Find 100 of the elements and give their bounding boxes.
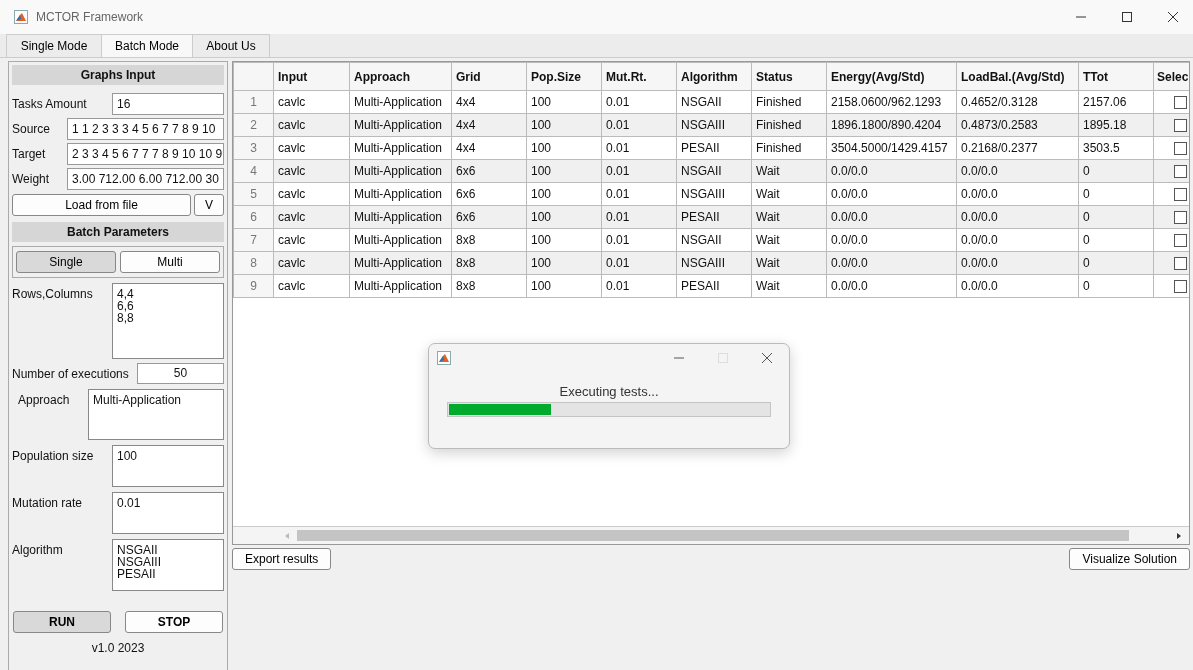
field-label: Source (12, 121, 52, 136)
table-cell: 0 (1078, 182, 1154, 206)
input-field[interactable]: 50 (137, 363, 224, 384)
table-cell: NSGAII (676, 90, 752, 114)
table-cell: 0.01 (601, 228, 677, 252)
field-label: Population size (12, 448, 95, 465)
column-header: Algorithm (676, 62, 752, 91)
list-field[interactable]: NSGAII NSGAIII PESAII (112, 539, 224, 591)
table-cell: 100 (526, 136, 602, 160)
field-label: Mutation rate (12, 495, 84, 512)
table-cell: 0.2168/0.2377 (956, 136, 1079, 160)
table-cell: Wait (751, 228, 827, 252)
table-cell: Multi-Application (349, 274, 452, 298)
select-checkbox[interactable] (1174, 165, 1187, 179)
table-cell: Multi-Application (349, 90, 452, 114)
table-cell: 0 (1078, 274, 1154, 298)
table-cell: 3504.5000/1429.4157 (826, 136, 957, 160)
action-button[interactable]: RUN (13, 611, 111, 633)
list-field[interactable]: 0.01 (112, 492, 224, 534)
table-cell: Wait (751, 182, 827, 206)
column-header: Mut.Rt. (601, 62, 677, 91)
table-cell: 0.0/0.0 (826, 228, 957, 252)
load-button[interactable]: Load from file (12, 194, 191, 216)
table-cell: 0 (1078, 228, 1154, 252)
field-label: Number of executions (12, 366, 130, 381)
close-icon[interactable] (1167, 11, 1179, 23)
field-label: Tasks Amount (12, 96, 88, 111)
select-checkbox[interactable] (1174, 234, 1187, 248)
table-cell: 1896.1800/890.4204 (826, 113, 957, 137)
app-logo-icon (14, 10, 28, 24)
select-checkbox[interactable] (1174, 188, 1187, 202)
table-cell: 100 (526, 90, 602, 114)
table-cell: 4x4 (451, 136, 527, 160)
table-cell: cavlc (273, 90, 350, 114)
table-cell: cavlc (273, 182, 350, 206)
table-cell: 8x8 (451, 228, 527, 252)
action-button[interactable]: STOP (125, 611, 223, 633)
row-number: 2 (233, 113, 274, 137)
scroll-right-icon[interactable] (1175, 531, 1183, 540)
row-number: 4 (233, 159, 274, 183)
mode-button[interactable]: Single (16, 251, 116, 273)
action-button[interactable]: Export results (232, 548, 332, 570)
field-label: Approach (17, 392, 71, 409)
action-button[interactable]: Visualize Solution (1069, 548, 1190, 570)
input-field[interactable]: 16 (112, 92, 224, 115)
list-field[interactable]: 4,4 6,6 8,8 (112, 283, 224, 359)
input-field[interactable]: 3.00 712.00 6.00 712.00 30 (67, 167, 224, 190)
table-cell: NSGAII (676, 228, 752, 252)
input-field[interactable]: 2 3 3 4 5 6 7 7 7 8 9 10 10 9 (67, 142, 224, 165)
table-cell: Multi-Application (349, 136, 452, 160)
horizontal-scrollbar[interactable] (233, 526, 1189, 544)
table-cell: 0.0/0.0 (956, 228, 1079, 252)
field-label: Target (12, 146, 47, 161)
table-cell: 0.0/0.0 (956, 205, 1079, 229)
select-checkbox[interactable] (1174, 142, 1187, 156)
table-cell: cavlc (273, 136, 350, 160)
row-number: 8 (233, 251, 274, 275)
select-checkbox[interactable] (1174, 119, 1187, 133)
table-cell: 0.01 (601, 182, 677, 206)
table-cell: cavlc (273, 228, 350, 252)
select-checkbox[interactable] (1174, 211, 1187, 225)
table-cell: 0.0/0.0 (826, 205, 957, 229)
column-header: LoadBal.(Avg/Std) (956, 62, 1079, 91)
input-field[interactable]: 1 1 2 3 3 3 4 5 6 7 7 8 9 10 (67, 117, 224, 140)
version-label: v1.0 2023 (90, 641, 146, 655)
table-cell: 0.4873/0.2583 (956, 113, 1079, 137)
table-cell: 4x4 (451, 90, 527, 114)
table-cell: 2157.06 (1078, 90, 1154, 114)
close-icon[interactable] (761, 352, 773, 364)
column-header: Energy(Avg/Std) (826, 62, 957, 91)
v-button[interactable]: V (194, 194, 224, 216)
table-cell: 0.01 (601, 90, 677, 114)
select-checkbox[interactable] (1174, 280, 1187, 294)
table-cell: 0.0/0.0 (826, 251, 957, 275)
table-cell: Wait (751, 274, 827, 298)
table-cell: 0.0/0.0 (956, 182, 1079, 206)
table-cell: Multi-Application (349, 182, 452, 206)
maximize-icon[interactable] (1121, 11, 1133, 23)
app-logo-icon (437, 351, 451, 365)
table-cell: PESAII (676, 274, 752, 298)
tab[interactable]: Single Mode (6, 34, 102, 57)
mode-button[interactable]: Multi (120, 251, 220, 273)
select-checkbox[interactable] (1174, 96, 1187, 110)
field-label: Rows,Columns (12, 286, 94, 303)
list-field[interactable]: 100 (112, 445, 224, 487)
tab[interactable]: About Us (192, 34, 270, 57)
table-cell: 0.0/0.0 (826, 274, 957, 298)
table-cell: 0.0/0.0 (956, 159, 1079, 183)
row-number: 6 (233, 205, 274, 229)
section-header: Graphs Input (12, 65, 224, 85)
table-cell: Finished (751, 90, 827, 114)
select-checkbox[interactable] (1174, 257, 1187, 271)
table-cell: Multi-Application (349, 228, 452, 252)
list-field[interactable]: Multi-Application (88, 389, 224, 440)
column-header: Selec (1153, 62, 1189, 91)
row-number: 5 (233, 182, 274, 206)
tab[interactable]: Batch Mode (101, 34, 193, 57)
table-cell: 2158.0600/962.1293 (826, 90, 957, 114)
field-label: Algorithm (12, 542, 64, 559)
table-cell: 0.0/0.0 (956, 274, 1079, 298)
